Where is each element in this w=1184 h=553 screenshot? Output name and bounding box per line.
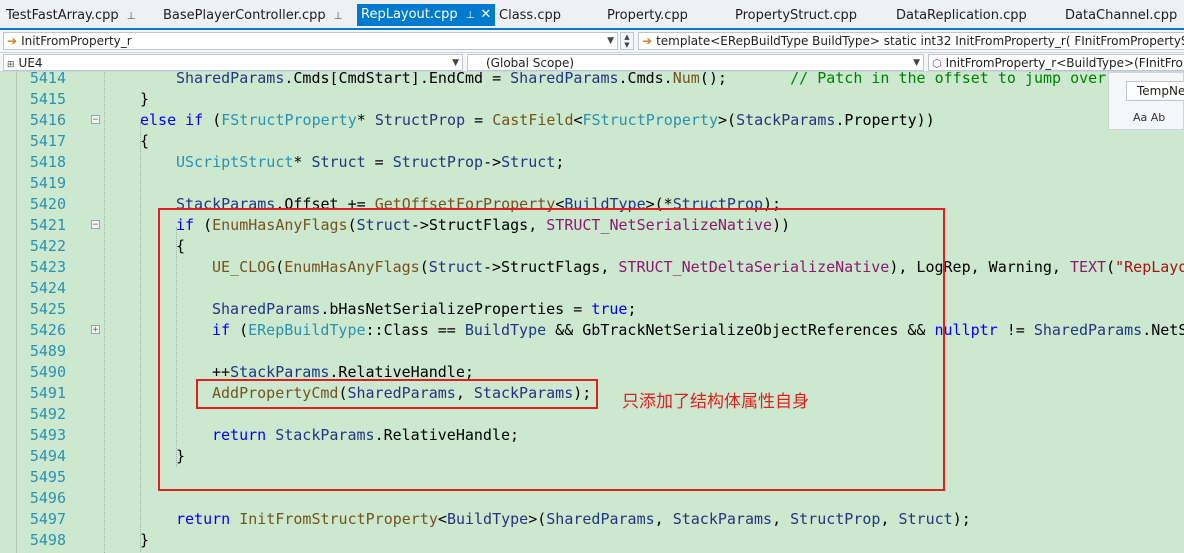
scope-dropdown-value: (Global Scope) xyxy=(486,56,575,70)
pin-icon[interactable]: ⊥ xyxy=(466,10,475,21)
find-popup: TempNe Aa Ab xyxy=(1108,72,1184,130)
code-line[interactable]: 5496 xyxy=(0,488,1184,509)
tab-class[interactable]: Class.cpp xyxy=(499,5,561,27)
function-navigation-bar: ➔ InitFromProperty_r ▼ ▲ ▼ ➔ template<ERepBu… xyxy=(0,30,1184,53)
line-number: 5424 xyxy=(29,279,66,297)
tab-label: Property.cpp xyxy=(607,8,688,23)
member-dropdown-value: InitFromProperty_r<BuildType>(FInitFron xyxy=(945,56,1184,70)
line-number: 5417 xyxy=(29,132,66,150)
project-icon: ⊞ xyxy=(7,60,15,70)
signature-dropdown-value: template<ERepBuildType BuildType> static… xyxy=(656,34,1184,48)
tab-propertystruct[interactable]: PropertyStruct.cpp xyxy=(735,5,857,27)
find-input[interactable]: TempNe xyxy=(1126,81,1184,101)
code-text: else if (FStructProperty* StructProp = C… xyxy=(140,111,935,129)
tab-baseplayercontroller[interactable]: BasePlayerController.cpp ⊥ xyxy=(163,5,342,27)
line-number: 5419 xyxy=(29,174,66,192)
chevron-down-icon: ▼ xyxy=(607,36,614,46)
tab-label: RepLayout.cpp xyxy=(361,7,458,22)
line-number: 5494 xyxy=(29,447,66,465)
line-number: 5489 xyxy=(29,342,66,360)
line-number: 5491 xyxy=(29,384,66,402)
indent-guide xyxy=(140,122,141,552)
method-icon: ⬡ xyxy=(932,57,942,70)
scope-navigation-bar: ⊞ UE4 ▼ (Global Scope) ▼ ⬡ InitFromProperty_… xyxy=(0,53,1184,72)
line-number: 5414 xyxy=(29,72,66,87)
code-text: SharedParams.Cmds[CmdStart].EndCmd = Sha… xyxy=(176,72,1107,87)
line-number: 5492 xyxy=(29,405,66,423)
code-text: { xyxy=(140,132,150,150)
indent-guide xyxy=(104,72,105,553)
chevron-down-icon: ▼ xyxy=(452,58,459,68)
line-number: 5495 xyxy=(29,468,66,486)
code-line[interactable]: 5497 return InitFromStructProperty<BuildT… xyxy=(0,509,1184,530)
pin-icon[interactable]: ⊥ xyxy=(334,11,343,22)
line-number: 5418 xyxy=(29,153,66,171)
code-text: UScriptStruct* Struct = StructProp->Stru… xyxy=(176,153,565,171)
highlight-box-addpropertycmd xyxy=(196,379,598,409)
tab-label: DataReplication.cpp xyxy=(896,8,1027,23)
splitter-stepper[interactable]: ▲ ▼ xyxy=(620,32,634,50)
tab-label: PropertyStruct.cpp xyxy=(735,8,857,23)
line-number: 5497 xyxy=(29,510,66,528)
chevron-down-icon: ▼ xyxy=(913,58,920,68)
scope-dropdown[interactable]: (Global Scope) ▼ xyxy=(467,54,924,71)
tab-label: Class.cpp xyxy=(499,8,561,23)
code-line[interactable]: 5418 UScriptStruct* Struct = StructProp->… xyxy=(0,152,1184,173)
line-number: 5422 xyxy=(29,237,66,255)
arrow-right-icon: ➔ xyxy=(7,34,18,48)
line-number: 5490 xyxy=(29,363,66,381)
pin-icon[interactable]: ⊥ xyxy=(127,11,136,22)
line-number: 5420 xyxy=(29,195,66,213)
code-line[interactable]: 5417 { xyxy=(0,131,1184,152)
line-number: 5496 xyxy=(29,489,66,507)
line-number: 5426 xyxy=(29,321,66,339)
project-dropdown-value: UE4 xyxy=(18,56,43,70)
tab-replayout[interactable]: RepLayout.cpp ⊥ ✕ xyxy=(357,4,496,26)
code-text: } xyxy=(140,531,150,549)
highlight-box-struct-branch xyxy=(158,208,945,491)
line-number: 5421 xyxy=(29,216,66,234)
project-dropdown[interactable]: ⊞ UE4 ▼ xyxy=(3,54,463,71)
code-line[interactable]: 5414 SharedParams.Cmds[CmdStart].EndCmd =… xyxy=(0,72,1184,89)
collapse-icon[interactable]: − xyxy=(91,115,100,125)
close-icon[interactable]: ✕ xyxy=(480,7,491,22)
code-line[interactable]: 5419 xyxy=(0,173,1184,194)
line-number: 5493 xyxy=(29,426,66,444)
line-number: 5423 xyxy=(29,258,66,276)
member-dropdown[interactable]: ⬡ InitFromProperty_r<BuildType>(FInitFron xyxy=(928,54,1184,71)
tab-label: BasePlayerController.cpp xyxy=(163,8,326,23)
annotation-text: 只添加了结构体属性自身 xyxy=(622,392,809,412)
collapse-icon[interactable]: − xyxy=(91,220,100,230)
function-dropdown[interactable]: ➔ InitFromProperty_r ▼ xyxy=(3,32,618,50)
code-text: return InitFromStructProperty<BuildType>… xyxy=(176,510,971,528)
expand-icon[interactable]: + xyxy=(91,325,100,335)
function-dropdown-value: InitFromProperty_r xyxy=(21,34,132,48)
tab-property[interactable]: Property.cpp xyxy=(607,5,688,27)
signature-dropdown[interactable]: ➔ template<ERepBuildType BuildType> stati… xyxy=(638,32,1184,50)
line-number: 5416 xyxy=(29,111,66,129)
tab-label: DataChannel.cpp xyxy=(1065,8,1178,23)
code-line[interactable]: 5415} xyxy=(0,89,1184,110)
arrow-right-icon: ➔ xyxy=(642,34,653,48)
code-line[interactable]: 5416 − else if (FStructProperty* StructPro… xyxy=(0,110,1184,131)
find-options[interactable]: Aa Ab xyxy=(1133,111,1165,124)
code-text: } xyxy=(140,90,150,108)
code-line[interactable]: 5498} xyxy=(0,530,1184,551)
line-number: 5425 xyxy=(29,300,66,318)
tab-datachannel[interactable]: DataChannel.cpp xyxy=(1065,5,1177,27)
document-tab-bar: TestFastArray.cpp ⊥ BasePlayerController.… xyxy=(0,0,1184,30)
tab-label: TestFastArray.cpp xyxy=(6,8,119,23)
line-number: 5498 xyxy=(29,531,66,549)
line-number: 5415 xyxy=(29,90,66,108)
tab-testfastarray[interactable]: TestFastArray.cpp ⊥ xyxy=(6,5,135,27)
tab-datareplication[interactable]: DataReplication.cpp xyxy=(896,5,1027,27)
